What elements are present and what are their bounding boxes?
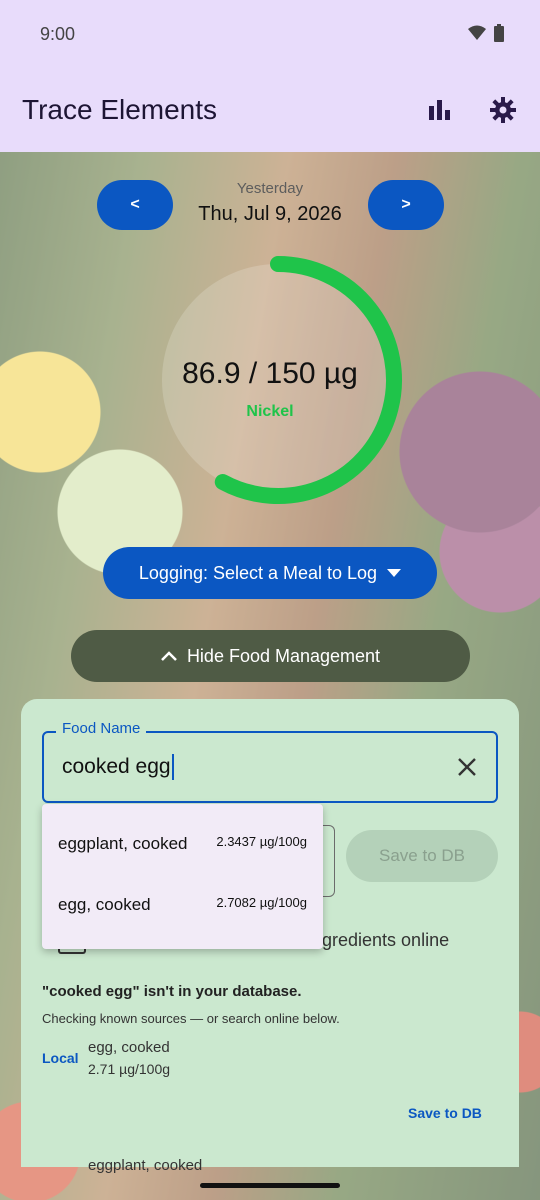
next-day-button[interactable]: > — [368, 180, 444, 230]
close-icon — [458, 758, 476, 776]
settings-button[interactable] — [485, 92, 521, 128]
status-bar: 9:00 — [0, 0, 540, 68]
food-name-value: cooked egg — [62, 755, 171, 778]
suggestion-name: eggplant, cooked — [58, 834, 188, 853]
suggestion-item[interactable]: eggplant, cooked 2.3437 µg/100g — [42, 816, 323, 872]
relative-date: Yesterday — [236, 180, 304, 197]
suggestions-dropdown: eggplant, cooked 2.3437 µg/100g egg, coo… — [42, 804, 323, 949]
text-cursor — [171, 754, 174, 780]
clear-input-button[interactable] — [452, 752, 482, 782]
wifi-icon — [468, 25, 486, 40]
next-result-name: eggplant, cooked — [88, 1157, 203, 1174]
app-title: Trace Elements — [22, 94, 218, 125]
source-save-link[interactable]: Save to DB — [408, 1105, 482, 1121]
suggestion-value: 2.3437 µg/100g — [216, 834, 307, 849]
suggestion-value: 2.7082 µg/100g — [216, 895, 307, 910]
save-to-db-button[interactable]: Save to DB — [346, 830, 498, 882]
hide-food-management-label: Hide Food Management — [186, 645, 381, 666]
element-name: Nickel — [246, 403, 294, 420]
current-date: Thu, Jul 9, 2026 — [198, 203, 342, 225]
battery-icon — [494, 24, 504, 42]
chevron-up-icon — [161, 651, 177, 661]
source-badge: Local — [42, 1050, 79, 1066]
app-bar: Trace Elements — [0, 68, 540, 152]
logging-meal-label: Logging: Select a Meal to Log — [138, 562, 378, 583]
progress-value: 86.9 / 150 µg — [182, 357, 358, 390]
source-food-value: 2.71 µg/100g — [88, 1061, 171, 1077]
checking-sources-message: Checking known sources — or search onlin… — [42, 1011, 340, 1026]
gear-icon — [490, 97, 516, 123]
dropdown-arrow-icon — [387, 569, 402, 577]
source-food-name: egg, cooked — [88, 1039, 170, 1056]
suggestion-item[interactable]: egg, cooked 2.7082 µg/100g — [42, 877, 323, 933]
hide-food-management-button[interactable]: Hide Food Management — [71, 630, 470, 682]
status-time: 9:00 — [40, 24, 76, 44]
gesture-bar — [200, 1183, 340, 1188]
food-name-input[interactable]: cooked egg — [62, 754, 174, 780]
status-icons — [468, 24, 504, 42]
stats-button[interactable] — [422, 92, 458, 128]
food-name-label: Food Name — [56, 720, 147, 737]
search-online-label: gredients online — [322, 930, 450, 950]
bar-chart-icon — [429, 100, 450, 120]
suggestion-name: egg, cooked — [58, 895, 151, 914]
logging-meal-button[interactable]: Logging: Select a Meal to Log — [103, 547, 437, 599]
not-found-message: "cooked egg" isn't in your database. — [42, 983, 302, 1000]
